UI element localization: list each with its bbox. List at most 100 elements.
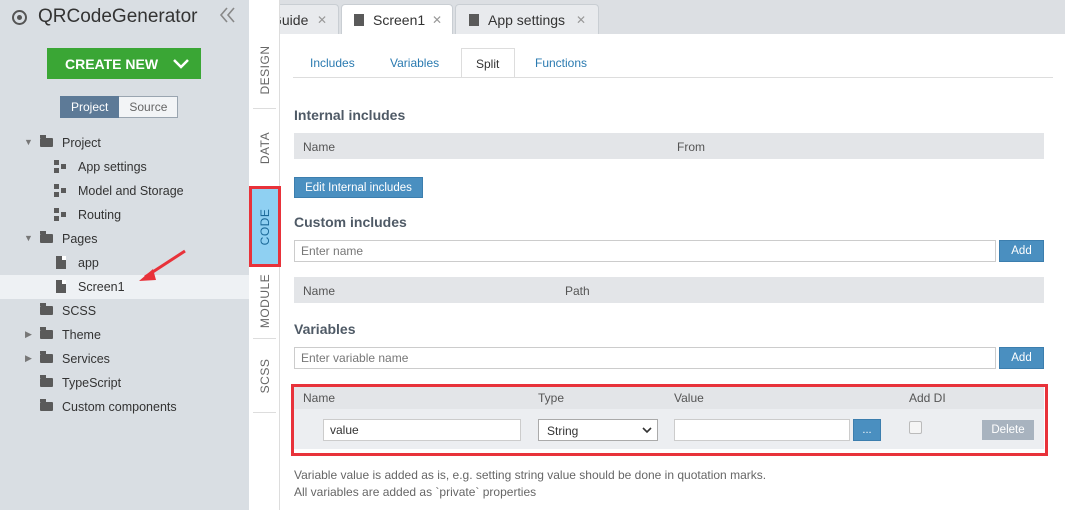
collapse-sidebar-icon[interactable] — [218, 6, 238, 29]
vtab-scss[interactable]: SCSS — [249, 340, 280, 412]
tree-label: Custom components — [62, 400, 177, 414]
folder-icon — [40, 399, 53, 411]
caret-down-icon[interactable]: ▼ — [24, 233, 33, 243]
tree-item-routing[interactable]: Routing — [0, 203, 249, 227]
button-label: Add — [1011, 245, 1032, 257]
vtab-label: MODULE — [257, 273, 272, 329]
folder-icon — [40, 135, 53, 147]
annotation-arrow-icon — [139, 249, 186, 281]
page-file-icon — [354, 14, 364, 26]
tree-item-custom-components[interactable]: Custom components — [0, 395, 249, 419]
project-source-toggle: Project Source — [60, 96, 179, 118]
app-header: QRCodeGenerator — [0, 0, 249, 36]
create-new-button[interactable]: CREATE NEW — [47, 48, 201, 79]
column-header: From — [677, 140, 705, 154]
variables-note: All variables are added as `private` pro… — [294, 485, 537, 499]
divider — [253, 108, 276, 109]
vtab-module[interactable]: MODULE — [249, 266, 280, 336]
tree-label: SCSS — [62, 304, 97, 318]
tree-label: Services — [62, 352, 110, 366]
button-label: Edit Internal includes — [305, 182, 412, 194]
highlight-frame — [291, 384, 1048, 456]
app-logo-icon — [12, 10, 27, 25]
folder-icon — [40, 375, 53, 387]
sidebar: QRCodeGenerator CREATE NEW Project Sourc… — [0, 0, 249, 510]
page-file-icon — [56, 256, 66, 269]
caret-down-icon[interactable]: ▼ — [24, 137, 33, 147]
vtab-design[interactable]: DESIGN — [249, 34, 280, 106]
tree-item-screen1[interactable]: Screen1 — [0, 275, 249, 299]
settings-file-icon — [54, 208, 67, 221]
highlight-frame — [249, 186, 281, 267]
tree-item-pages[interactable]: ▼ Pages — [0, 227, 249, 251]
tree-item-app-settings[interactable]: App settings — [0, 155, 249, 179]
vtab-data[interactable]: DATA — [249, 110, 280, 186]
tree-item-theme[interactable]: ▶ Theme — [0, 323, 249, 347]
tree-label: Routing — [78, 208, 122, 222]
column-header: Path — [565, 284, 590, 298]
tree-item-model-storage[interactable]: Model and Storage — [0, 179, 249, 203]
divider — [293, 77, 1053, 78]
subtab-functions[interactable]: Functions — [517, 48, 597, 78]
internal-includes-title: Internal includes — [294, 107, 406, 123]
folder-icon — [40, 327, 53, 339]
close-icon[interactable]: ✕ — [576, 13, 586, 27]
column-header: Name — [303, 140, 336, 154]
add-custom-include-button[interactable]: Add — [999, 240, 1044, 262]
vtab-label: SCSS — [257, 358, 272, 394]
column-header: Name — [303, 284, 336, 298]
tab-screen1[interactable]: Screen1 ✕ — [341, 4, 453, 34]
caret-right-icon[interactable]: ▶ — [25, 353, 32, 364]
subtab-label: Includes — [310, 56, 355, 70]
tab-label: App settings — [488, 12, 566, 28]
close-icon[interactable]: ✕ — [317, 13, 327, 27]
tree-item-typescript[interactable]: TypeScript — [0, 371, 249, 395]
chevron-down-icon — [171, 53, 191, 73]
button-label: Add — [1011, 352, 1032, 364]
tab-label: Screen1 — [373, 12, 426, 28]
subtab-label: Functions — [535, 56, 588, 70]
tab-app-settings[interactable]: App settings ✕ — [455, 4, 599, 34]
tree-label: App settings — [78, 160, 147, 174]
variables-note: Variable value is added as is, e.g. sett… — [294, 468, 767, 482]
settings-file-icon — [469, 14, 479, 26]
vtab-label: DATA — [257, 131, 272, 165]
folder-icon — [40, 351, 53, 363]
vtab-label: DESIGN — [257, 45, 272, 95]
toggle-source[interactable]: Source — [119, 96, 179, 118]
tree-label: TypeScript — [62, 376, 122, 390]
subtab-split[interactable]: Split — [461, 48, 515, 78]
folder-icon — [40, 303, 53, 315]
tree-item-scss[interactable]: SCSS — [0, 299, 249, 323]
tree-item-services[interactable]: ▶ Services — [0, 347, 249, 371]
custom-includes-header: Name Path — [294, 277, 1044, 303]
tree-label: Model and Storage — [78, 184, 184, 198]
add-variable-button[interactable]: Add — [999, 347, 1044, 369]
toggle-project[interactable]: Project — [60, 96, 120, 118]
tree-item-app[interactable]: app — [0, 251, 249, 275]
variable-name-input[interactable] — [294, 347, 996, 369]
create-new-label: CREATE NEW — [65, 56, 159, 72]
tree-label: Screen1 — [78, 280, 125, 294]
custom-include-name-input[interactable] — [294, 240, 996, 262]
tree-item-project[interactable]: ▼ Project — [0, 131, 249, 155]
file-tab-bar: Guide ✕ Screen1 ✕ App settings ✕ — [249, 0, 1065, 34]
internal-includes-header: Name From — [294, 133, 1044, 159]
edit-internal-includes-button[interactable]: Edit Internal includes — [294, 177, 423, 198]
tree-label: Pages — [62, 232, 98, 246]
app-title: QRCodeGenerator — [38, 6, 198, 27]
divider — [253, 338, 276, 339]
divider — [253, 412, 276, 413]
close-icon[interactable]: ✕ — [432, 13, 442, 27]
tree-label: app — [78, 256, 99, 270]
subtab-includes[interactable]: Includes — [293, 48, 373, 78]
caret-right-icon[interactable]: ▶ — [25, 329, 32, 340]
settings-file-icon — [54, 160, 67, 173]
subtab-variables[interactable]: Variables — [375, 48, 461, 78]
folder-icon — [40, 231, 53, 243]
custom-includes-title: Custom includes — [294, 214, 407, 230]
settings-file-icon — [54, 184, 67, 197]
subtab-label: Split — [476, 57, 500, 71]
tree-label: Theme — [62, 328, 101, 342]
page-file-icon — [56, 280, 66, 293]
